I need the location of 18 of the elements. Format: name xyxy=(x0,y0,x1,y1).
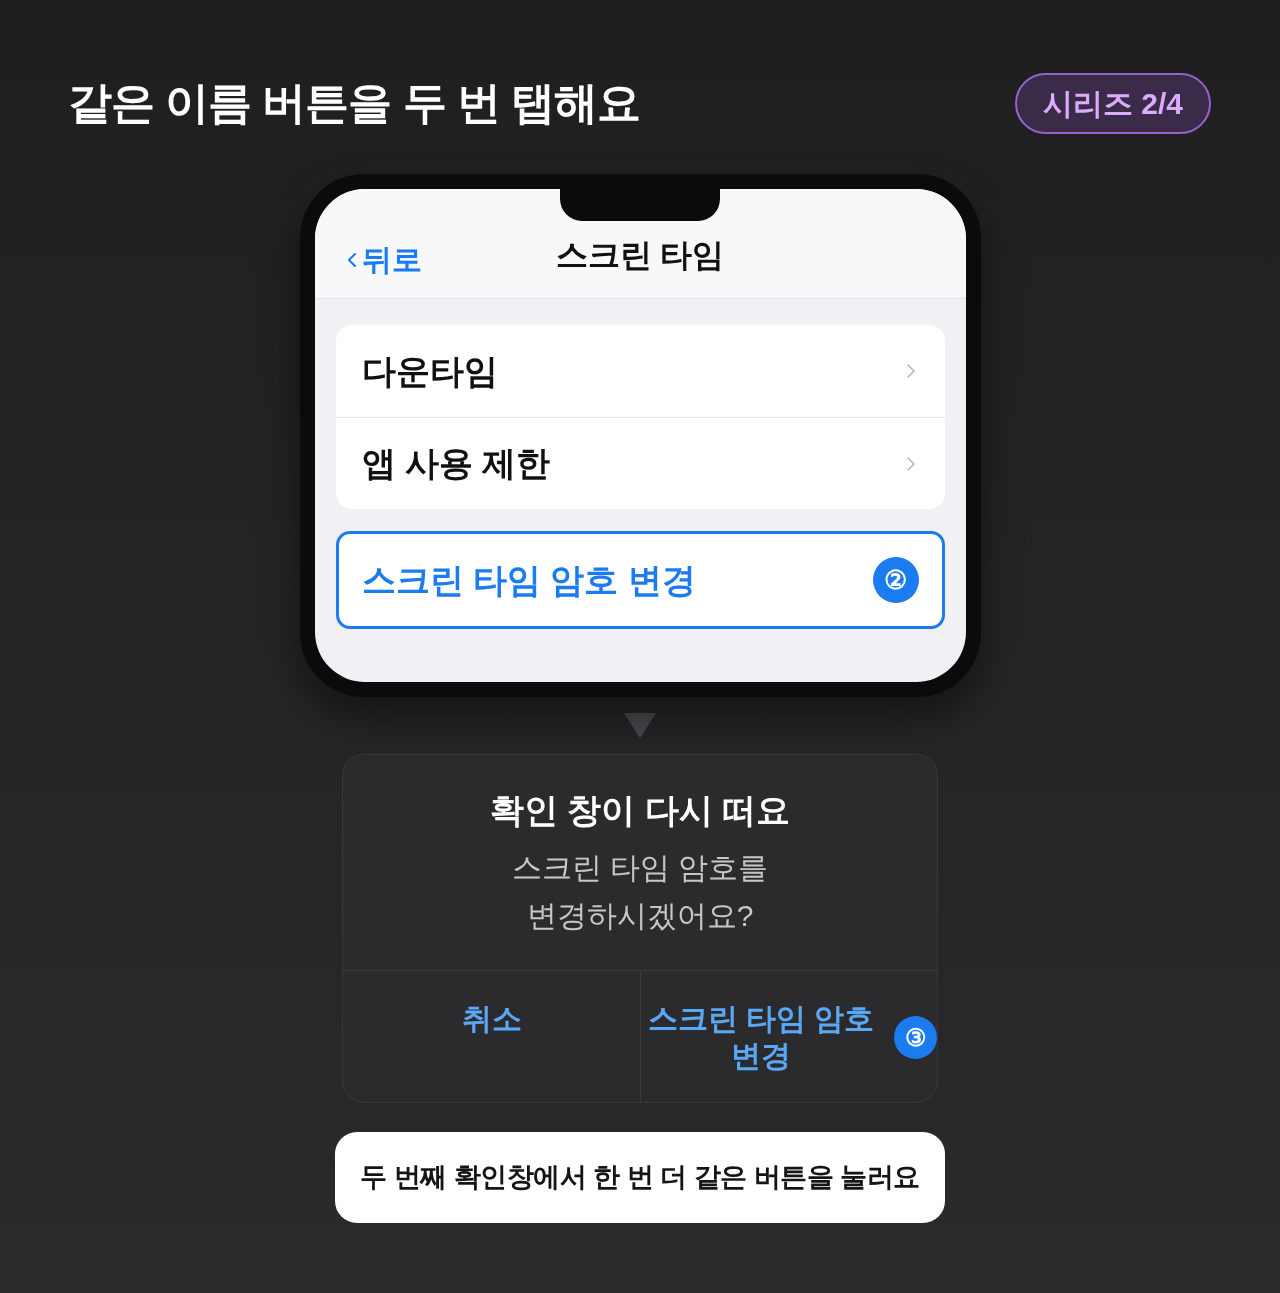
dialog-button[interactable]: 취소 xyxy=(343,971,640,1102)
down-triangle-icon xyxy=(624,713,656,738)
dialog-button[interactable]: 스크린 타임 암호 변경 ③ xyxy=(640,971,937,1102)
page-title: 같은 이름 버튼을 두 번 탭해요 xyxy=(68,77,641,129)
settings-row[interactable]: 스크린 타임 암호 변경 ② xyxy=(338,534,942,626)
screen-title: 스크린 타임 xyxy=(555,236,725,274)
chevron-right-icon xyxy=(906,456,915,471)
back-button[interactable]: 뒤로 xyxy=(347,242,422,278)
step-number-badge: ② xyxy=(872,557,919,603)
series-badge: 시리즈 2/4 xyxy=(1015,72,1211,134)
dialog-message: 스크린 타임 암호를 변경하시겠어요? xyxy=(511,850,769,934)
step-number-badge: ③ xyxy=(894,1016,937,1059)
caption-banner: 두 번째 확인창에서 한 번 더 같은 버튼을 눌러요 xyxy=(335,1132,945,1223)
chevron-right-icon xyxy=(906,364,915,378)
settings-row[interactable]: 앱 사용 제한 xyxy=(335,417,945,509)
chevron-left-icon xyxy=(347,253,356,267)
settings-row[interactable]: 다운타임 xyxy=(335,325,945,417)
dialog-title: 확인 창이 다시 떠요 xyxy=(489,790,791,830)
